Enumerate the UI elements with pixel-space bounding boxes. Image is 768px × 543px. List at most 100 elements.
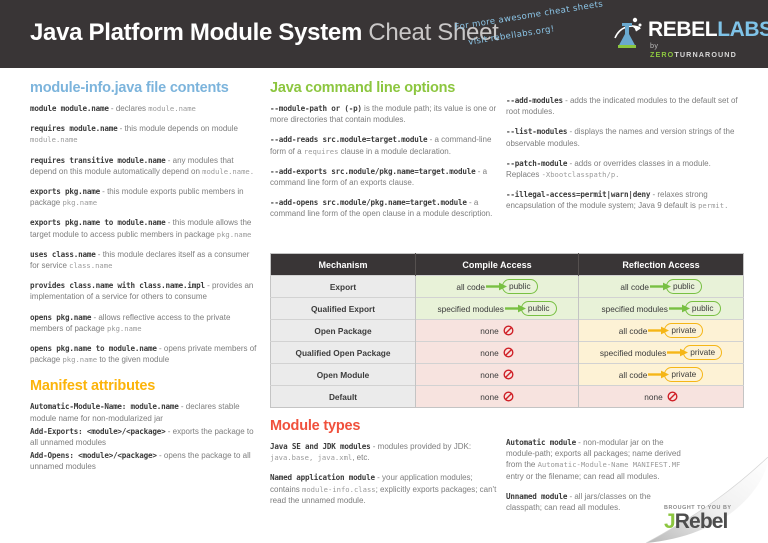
column-middle: Java command line options --module-path … [270, 80, 498, 229]
flow-source-label: specified modules [599, 347, 667, 358]
column-right: --add-modules - adds the indicated modul… [506, 95, 744, 221]
entry-item: exports pkg.name - this module exports p… [30, 186, 258, 208]
cell-compile-access: specified modules public [415, 297, 579, 320]
entry-code: Add-Exports: <module>/<package> [30, 426, 166, 436]
rebel-text: REBEL [648, 18, 718, 41]
entry-code: --add-reads src.module=target.module [270, 135, 428, 145]
entry-item: opens pkg.name - allows reflective acces… [30, 312, 258, 334]
entry-code-inline: pkg.name [216, 229, 252, 239]
entry-item: Automatic-Module-Name: module.name - dec… [30, 401, 258, 423]
section-title-manifest: Manifest attributes [30, 378, 156, 395]
cell-reflection-access: all code private [578, 319, 744, 342]
entry-code: requires transitive module.name [30, 155, 166, 165]
cell-reflection-access: all code private [578, 363, 744, 386]
access-flow: all code private [619, 367, 704, 382]
flow-target-badge: public [501, 279, 538, 294]
access-matrix-table: Mechanism Compile Access Reflection Acce… [270, 253, 744, 408]
cheat-sheet-page: Java Platform Module System Cheat Sheet … [0, 0, 768, 543]
flow-target-badge: public [684, 301, 721, 316]
entry-item: --module-path or (-p) is the module path… [270, 103, 498, 125]
manifest-entry-list: Automatic-Module-Name: module.name - dec… [30, 401, 258, 472]
flow-target-badge: private [664, 367, 704, 382]
entry-item: --illegal-access=permit|warn|deny - rela… [506, 189, 744, 211]
entry-code: Automatic-Module-Name: module.name [30, 402, 179, 412]
entry-code: Unnamed module [506, 491, 568, 501]
table-row: Default none none [270, 385, 744, 408]
flask-icon [618, 17, 642, 48]
flow-target-badge: private [664, 323, 704, 338]
cell-compile-access: none [415, 341, 579, 364]
section-title-module-info: module-info.java file contents [30, 80, 229, 96]
jrebel-logo: BROUGHT TO YOU BY JRebel [664, 505, 768, 533]
entry-code: --module-path or (-p) [270, 104, 362, 113]
entry-item: --add-exports src.module/pkg.name=target… [270, 166, 498, 188]
flow-source-label: specified modules [601, 303, 668, 314]
prohibited-icon [503, 347, 514, 358]
cell-label: none [480, 370, 499, 380]
entry-code: Add-Opens: <module>/<package> [30, 451, 157, 461]
table-header-compile-access: Compile Access [415, 253, 579, 276]
cell-mechanism: Open Package [270, 319, 416, 342]
prohibited-icon [503, 369, 514, 380]
entry-text-cont: , etc. [352, 453, 370, 463]
access-flow: all code public [456, 279, 538, 294]
flow-source-label: all code [618, 325, 648, 336]
access-flow: all code public [620, 279, 702, 294]
cell-label: none [480, 326, 499, 336]
section-title-cmdline: Java command line options [270, 80, 456, 96]
access-flow: specified modules public [437, 301, 557, 316]
entry-text-cont: clause in a module declaration. [338, 146, 451, 156]
promo-note: For more awesome cheat sheets visit rebe… [446, 0, 641, 54]
entry-item: provides class.name with class.name.impl… [30, 280, 258, 302]
entry-code: --patch-module [506, 158, 568, 168]
cell-compile-access: none [415, 319, 579, 342]
entry-code: uses class.name [30, 249, 96, 259]
entry-item: --add-opens src.module/pkg.name=target.m… [270, 197, 498, 219]
entry-code: opens pkg.name to module.name [30, 344, 157, 354]
entry-item: Java SE and JDK modules - modules provid… [270, 441, 498, 463]
prohibited-icon [667, 391, 678, 402]
entry-item: --list-modules - displays the names and … [506, 126, 744, 148]
entry-text: - declares [108, 104, 149, 113]
access-flow: specified modules private [599, 345, 723, 360]
entry-item: --add-reads src.module=target.module - a… [270, 134, 498, 156]
flow-source-label: all code [618, 369, 648, 380]
prohibited-icon [503, 325, 514, 336]
entry-item: requires module.name - this module depen… [30, 123, 258, 145]
cell-compile-access: none [415, 385, 579, 408]
entry-code-inline: -Xbootclasspath/p. [541, 170, 620, 180]
table-header-mechanism: Mechanism [270, 253, 416, 276]
entry-item: Add-Exports: <module>/<package> - export… [30, 426, 258, 448]
entry-code: --add-opens src.module/pkg.name=target.m… [270, 198, 467, 208]
cell-mechanism: Qualified Export [270, 297, 416, 320]
entry-code-inline: module.name [30, 135, 78, 145]
jrebel-wordmark: JRebel [664, 511, 768, 533]
entry-code-inline: class.name [69, 261, 113, 271]
header-bar: Java Platform Module System Cheat Sheet … [0, 0, 768, 68]
flow-target-badge: public [520, 301, 557, 316]
jrebel-j: J [664, 510, 676, 533]
entry-code: opens pkg.name [30, 312, 92, 322]
table-row: Open Module none all code private [270, 363, 744, 386]
module-info-entry-list: module module.name - declares module.nam… [30, 103, 258, 365]
entry-item: opens pkg.name to module.name - opens pr… [30, 343, 258, 365]
access-flow: all code private [619, 323, 704, 338]
cell-label: none [480, 392, 499, 402]
entry-code: --list-modules [506, 127, 568, 137]
entry-code-inline: module-info.class [302, 484, 376, 494]
by-text: by [650, 41, 659, 50]
column-left: module-info.java file contents module mo… [30, 80, 258, 475]
entry-code: provides class.name with class.name.impl [30, 281, 205, 291]
table-row: Export all code public all code public [270, 275, 744, 298]
cell-reflection-access: specified modules private [578, 341, 744, 364]
entry-text: - this module depends on module [117, 124, 238, 134]
cell-reflection-access: none [578, 385, 744, 408]
entry-code-inline: permit. [698, 201, 729, 211]
entry-code-inline: java.base, java.xml [270, 453, 353, 463]
rebellabs-wordmark: REBELLABS [648, 19, 768, 40]
entry-code: Automatic module [506, 438, 576, 447]
entry-code: exports pkg.name [30, 187, 100, 197]
cmdline-entry-list-left: --module-path or (-p) is the module path… [270, 103, 498, 220]
section-title-module-types: Module types [270, 418, 361, 434]
entry-code-inline: pkg.name [62, 198, 98, 208]
